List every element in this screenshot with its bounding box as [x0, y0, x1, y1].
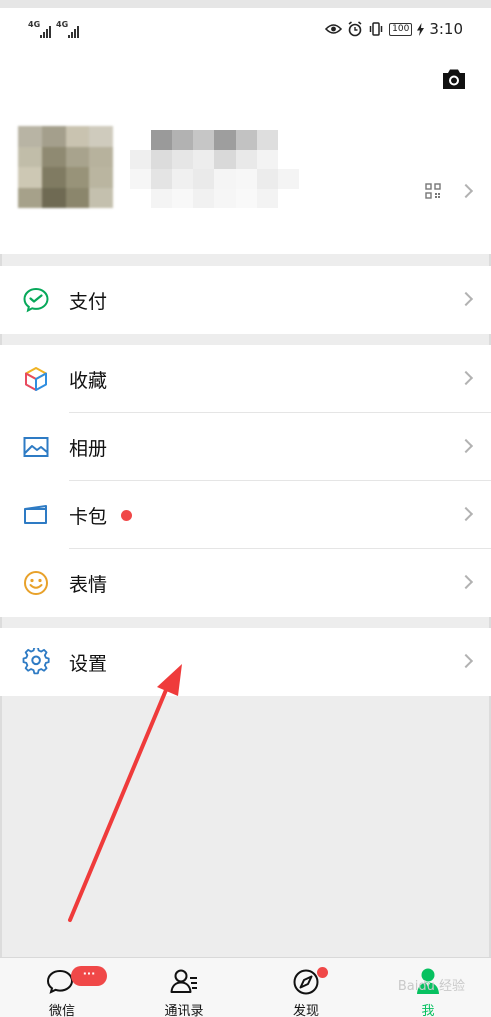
- wechat-pay-icon: [23, 287, 49, 313]
- picture-icon: [23, 437, 49, 457]
- group-settings: 设置: [0, 628, 491, 696]
- eye-icon: [325, 24, 343, 34]
- vibrate-icon: [369, 22, 383, 36]
- clock: 3:10: [429, 20, 463, 38]
- contacts-icon: [170, 969, 197, 993]
- menu-item-label: 收藏: [69, 369, 108, 392]
- chevron-right-icon: [458, 506, 474, 522]
- battery-level: 100: [389, 22, 413, 36]
- network-type-2: 4G: [56, 20, 69, 29]
- alarm-icon: [348, 21, 362, 37]
- chevron-right-icon: [458, 438, 474, 454]
- avatar[interactable]: [18, 126, 113, 208]
- chevron-right-icon: [458, 574, 474, 590]
- menu-item-label: 相册: [69, 437, 108, 460]
- tab-contacts[interactable]: 通讯录: [124, 958, 244, 1017]
- chevron-right-icon: [458, 291, 474, 307]
- watermark: Baidu 经验: [397, 979, 465, 994]
- status-right: 100 3:10: [325, 20, 463, 38]
- tab-label: 通讯录: [164, 1004, 204, 1017]
- qr-code-icon[interactable]: [425, 183, 441, 199]
- tab-label: 我: [421, 1004, 435, 1017]
- discover-dot: [317, 967, 328, 978]
- menu-item-label: 支付: [69, 290, 108, 313]
- network-type-1: 4G: [28, 20, 41, 29]
- menu-item-settings[interactable]: 设置: [0, 628, 491, 696]
- card-icon: [24, 505, 47, 524]
- menu-item-label: 设置: [69, 652, 108, 675]
- profile-chevron-icon: [458, 183, 474, 199]
- chevron-right-icon: [458, 370, 474, 386]
- tab-chats[interactable]: ··· 微信: [2, 958, 122, 1017]
- signal-2-icon: [68, 26, 79, 38]
- menu-item-label: 表情: [69, 573, 108, 596]
- unread-badge: ···: [71, 966, 107, 986]
- menu-item-label: 卡包: [69, 505, 108, 528]
- menu-item-cards[interactable]: 卡包: [0, 481, 491, 549]
- tab-label: 微信: [48, 1004, 75, 1017]
- signal-1-icon: [40, 26, 51, 38]
- group-pay: 支付: [0, 266, 491, 334]
- group-collections: 收藏 相册 卡包 表情: [0, 345, 491, 617]
- tab-label: 发现: [292, 1004, 319, 1017]
- menu-item-album[interactable]: 相册: [0, 413, 491, 481]
- camera-icon[interactable]: [441, 68, 467, 90]
- tab-discover[interactable]: 发现: [246, 958, 366, 1017]
- username-blurred: [130, 130, 320, 208]
- menu-item-stickers[interactable]: 表情: [0, 549, 491, 617]
- menu-item-pay[interactable]: 支付: [0, 266, 491, 334]
- status-bar: 4G 4G 100 3:10: [0, 0, 491, 56]
- notification-dot: [121, 510, 132, 521]
- gear-icon: [22, 648, 50, 675]
- cube-icon: [25, 367, 47, 391]
- chevron-right-icon: [458, 653, 474, 669]
- chat-bubble-icon: [46, 969, 74, 994]
- charging-icon: [417, 22, 425, 36]
- profile-header[interactable]: [0, 56, 491, 254]
- smiley-icon: [24, 571, 48, 595]
- menu-item-favorites[interactable]: 收藏: [0, 345, 491, 413]
